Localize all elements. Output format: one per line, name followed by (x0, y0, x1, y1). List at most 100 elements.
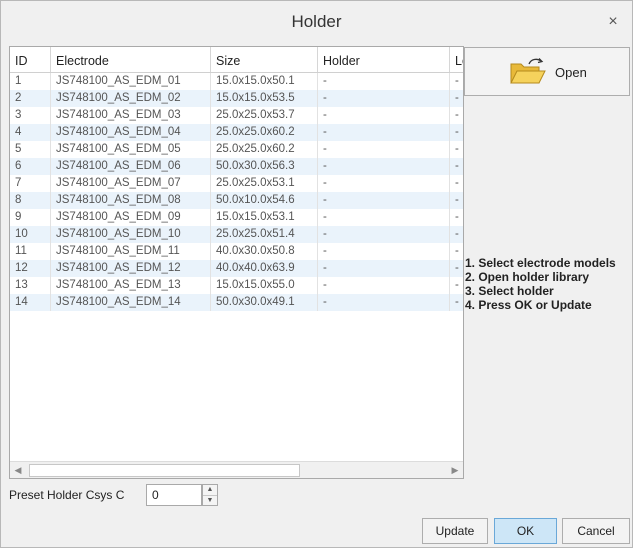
open-button[interactable]: Open (464, 47, 630, 96)
cell-holder: - (318, 158, 450, 175)
cell-electrode: JS748100_AS_EDM_07 (51, 175, 211, 192)
cell-lo: - (450, 124, 463, 141)
cell-electrode: JS748100_AS_EDM_03 (51, 107, 211, 124)
table-row[interactable]: 12 JS748100_AS_EDM_12 40.0x40.0x63.9- - (10, 260, 463, 277)
cell-electrode: JS748100_AS_EDM_09 (51, 209, 211, 226)
cell-lo: - (450, 243, 463, 260)
close-icon[interactable]: × (602, 11, 624, 33)
cell-id: 6 (10, 158, 51, 175)
update-button[interactable]: Update (422, 518, 488, 544)
cell-holder: - (318, 294, 450, 311)
table-row[interactable]: 2 JS748100_AS_EDM_02 15.0x15.0x53.5- - (10, 90, 463, 107)
column-header-holder[interactable]: Holder (318, 47, 450, 72)
cell-electrode: JS748100_AS_EDM_14 (51, 294, 211, 311)
cell-electrode: JS748100_AS_EDM_02 (51, 90, 211, 107)
cell-electrode: JS748100_AS_EDM_13 (51, 277, 211, 294)
electrode-table: ID Electrode Size Holder Lo 1JS748100_AS… (9, 46, 464, 479)
table-row[interactable]: 10 JS748100_AS_EDM_10 25.0x25.0x51.4- - (10, 226, 463, 243)
cell-electrode: JS748100_AS_EDM_10 (51, 226, 211, 243)
cell-lo: - (450, 107, 463, 124)
table-row[interactable]: 7 JS748100_AS_EDM_07 25.0x25.0x53.1- - (10, 175, 463, 192)
cell-lo: - (450, 294, 463, 311)
cell-electrode: JS748100_AS_EDM_11 (51, 243, 211, 260)
cell-id: 4 (10, 124, 51, 141)
instruction-step-3: 3. Select holder (465, 284, 554, 298)
cell-electrode: JS748100_AS_EDM_04 (51, 124, 211, 141)
table-row[interactable]: 8 JS748100_AS_EDM_08 50.0x10.0x54.6- - (10, 192, 463, 209)
cell-size: 15.0x15.0x53.5 (211, 90, 318, 107)
cell-lo: - (450, 73, 463, 90)
instruction-step-4: 4. Press OK or Update (465, 298, 592, 312)
cell-id: 2 (10, 90, 51, 107)
table-row[interactable]: 9 JS748100_AS_EDM_09 15.0x15.0x53.1- - (10, 209, 463, 226)
holder-dialog: Holder × ID Electrode Size Holder Lo 1JS… (0, 0, 633, 548)
title-bar: Holder × (1, 1, 632, 45)
table-row[interactable]: 11 JS748100_AS_EDM_11 40.0x30.0x50.8- - (10, 243, 463, 260)
table-header: ID Electrode Size Holder Lo (10, 47, 463, 73)
cell-id: 5 (10, 141, 51, 158)
cell-size: 25.0x25.0x53.1 (211, 175, 318, 192)
cell-holder: - (318, 260, 450, 277)
cell-holder: - (318, 73, 450, 90)
preset-holder-csys-label: Preset Holder Csys C (9, 488, 125, 502)
cell-electrode: JS748100_AS_EDM_12 (51, 260, 211, 277)
cell-id: 7 (10, 175, 51, 192)
cell-size: 40.0x30.0x50.8 (211, 243, 318, 260)
cell-id: 10 (10, 226, 51, 243)
column-header-electrode[interactable]: Electrode (51, 47, 211, 72)
table-row[interactable]: 4 JS748100_AS_EDM_04 25.0x25.0x60.2- - (10, 124, 463, 141)
column-header-id[interactable]: ID (10, 47, 51, 72)
cell-id: 1 (10, 73, 51, 90)
table-body: 1 JS748100_AS_EDM_01 15.0x15.0x50.1- -2 JS74… (10, 73, 463, 311)
cell-holder: - (318, 90, 450, 107)
instructions: 1. Select electrode models 2. Open holde… (465, 256, 616, 312)
table-row[interactable]: 6 JS748100_AS_EDM_06 50.0x30.0x56.3- - (10, 158, 463, 175)
cell-lo: - (450, 141, 463, 158)
cell-holder: - (318, 243, 450, 260)
folder-open-icon (510, 58, 546, 84)
spin-up-icon[interactable]: ▲ (203, 485, 217, 496)
scroll-left-icon[interactable]: ◀ (10, 462, 26, 478)
cell-size: 50.0x30.0x49.1 (211, 294, 318, 311)
cell-holder: - (318, 124, 450, 141)
cell-lo: - (450, 175, 463, 192)
cell-lo: - (450, 90, 463, 107)
preset-spinner[interactable]: ▲ ▼ (202, 484, 218, 506)
cell-holder: - (318, 107, 450, 124)
cell-size: 40.0x40.0x63.9 (211, 260, 318, 277)
column-header-size[interactable]: Size (211, 47, 318, 72)
cell-electrode: JS748100_AS_EDM_08 (51, 192, 211, 209)
cell-holder: - (318, 226, 450, 243)
table-row[interactable]: 3 JS748100_AS_EDM_03 25.0x25.0x53.7- - (10, 107, 463, 124)
cell-electrode: JS748100_AS_EDM_01 (51, 73, 211, 90)
scrollbar-thumb[interactable] (29, 464, 300, 477)
table-row[interactable]: 1 JS748100_AS_EDM_01 15.0x15.0x50.1- - (10, 73, 463, 90)
cell-lo: - (450, 192, 463, 209)
cell-holder: - (318, 209, 450, 226)
table-row[interactable]: 14 JS748100_AS_EDM_14 50.0x30.0x49.1- - (10, 294, 463, 311)
cell-lo: - (450, 158, 463, 175)
cell-id: 9 (10, 209, 51, 226)
cell-electrode: JS748100_AS_EDM_05 (51, 141, 211, 158)
spin-down-icon[interactable]: ▼ (203, 496, 217, 506)
table-row[interactable]: 13 JS748100_AS_EDM_13 15.0x15.0x55.0- - (10, 277, 463, 294)
cell-size: 25.0x25.0x53.7 (211, 107, 318, 124)
cell-id: 11 (10, 243, 51, 260)
cell-size: 15.0x15.0x53.1 (211, 209, 318, 226)
cell-holder: - (318, 141, 450, 158)
cell-electrode: JS748100_AS_EDM_06 (51, 158, 211, 175)
instruction-step-1: 1. Select electrode models (465, 256, 616, 270)
horizontal-scrollbar[interactable]: ◀ ▶ (10, 461, 463, 478)
table-row[interactable]: 5 JS748100_AS_EDM_05 25.0x25.0x60.2- - (10, 141, 463, 158)
cell-size: 25.0x25.0x51.4 (211, 226, 318, 243)
open-button-label: Open (555, 65, 587, 80)
cell-id: 12 (10, 260, 51, 277)
cell-lo: - (450, 260, 463, 277)
column-header-lo[interactable]: Lo (450, 47, 463, 72)
cell-id: 14 (10, 294, 51, 311)
cell-id: 13 (10, 277, 51, 294)
ok-button[interactable]: OK (494, 518, 557, 544)
cancel-button[interactable]: Cancel (562, 518, 630, 544)
scroll-right-icon[interactable]: ▶ (447, 462, 463, 478)
preset-holder-csys-input[interactable] (146, 484, 202, 506)
